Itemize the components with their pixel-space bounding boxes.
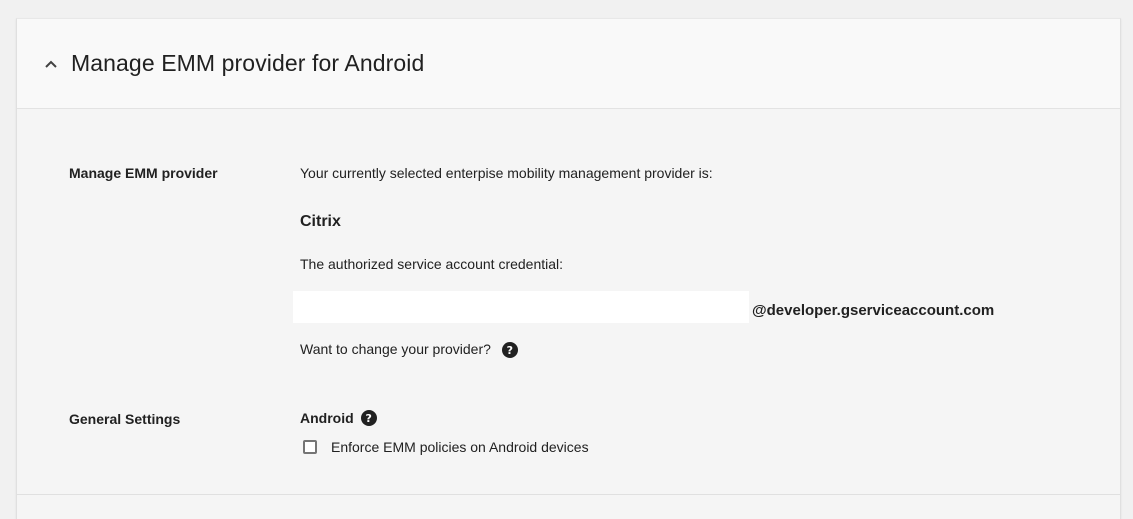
credential-domain-suffix: @developer.gserviceaccount.com — [752, 302, 995, 319]
general-settings-label: General Settings — [69, 411, 181, 427]
current-provider-intro: Your currently selected enterpise mobili… — [300, 165, 713, 181]
enforce-emm-policies-option[interactable]: Enforce EMM policies on Android devices — [303, 439, 589, 455]
help-icon[interactable]: ? — [501, 342, 518, 359]
section-header[interactable]: Manage EMM provider for Android — [17, 19, 1120, 109]
chevron-up-icon[interactable] — [41, 54, 61, 74]
change-provider-row: Want to change your provider? ? — [300, 341, 518, 359]
change-provider-text: Want to change your provider? — [300, 341, 491, 357]
provider-name: Citrix — [300, 213, 341, 230]
enforce-emm-policies-checkbox[interactable] — [303, 440, 317, 454]
android-heading-row: Android ? — [300, 410, 377, 426]
android-heading: Android — [300, 410, 354, 426]
section-title: Manage EMM provider for Android — [71, 50, 425, 76]
enforce-emm-policies-label[interactable]: Enforce EMM policies on Android devices — [331, 439, 589, 455]
manage-emm-provider-label: Manage EMM provider — [69, 165, 218, 181]
credential-label: The authorized service account credentia… — [300, 256, 564, 272]
credential-field — [293, 291, 749, 323]
emm-settings-card: Manage EMM provider for Android Manage E… — [16, 18, 1121, 519]
bottom-divider — [17, 494, 1120, 495]
help-icon[interactable]: ? — [360, 410, 377, 426]
